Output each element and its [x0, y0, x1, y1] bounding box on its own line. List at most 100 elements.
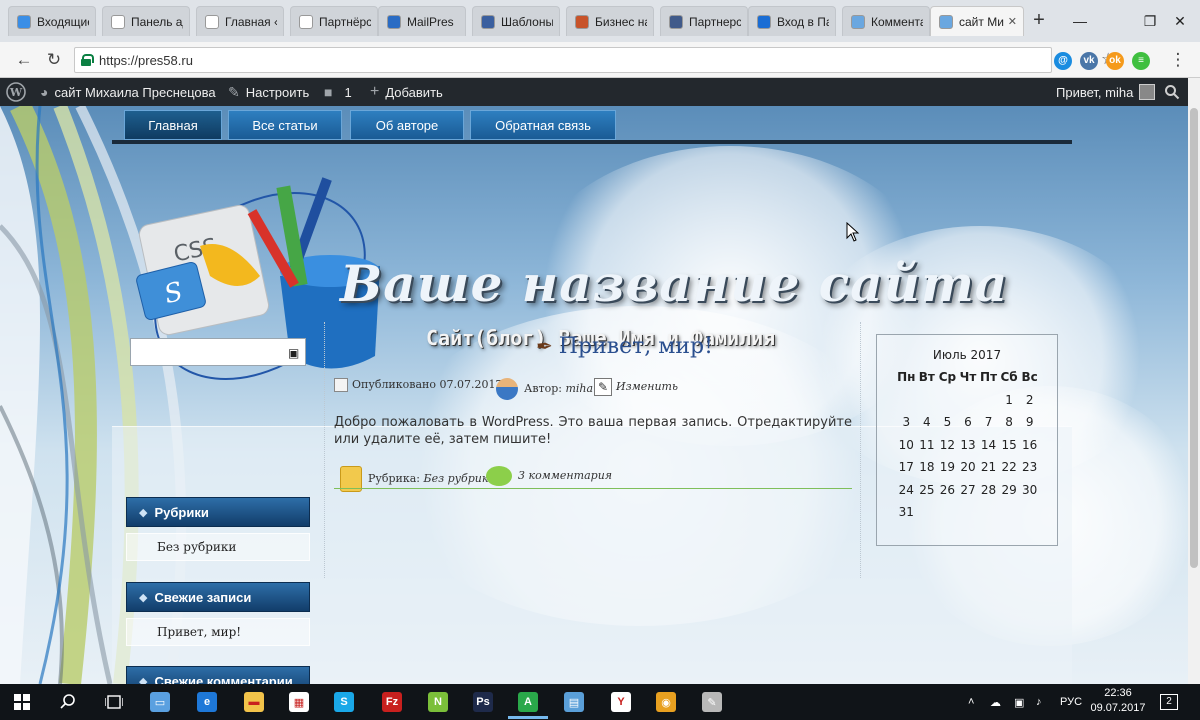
tab-favicon-icon — [205, 14, 219, 29]
nav-link[interactable]: Об авторе — [350, 110, 464, 140]
wp-account-menu[interactable]: Привет, miha — [1056, 78, 1156, 106]
browser-tab[interactable]: Партнёрс — [290, 6, 378, 36]
ext-vk-icon[interactable]: vk — [1080, 52, 1098, 70]
site-title[interactable]: Ваше название сайта — [340, 254, 1008, 313]
back-arrow-icon[interactable]: ← — [12, 48, 36, 72]
browser-tab[interactable]: Входящие — [8, 6, 96, 36]
window-close-button[interactable]: ✕ — [1168, 10, 1192, 32]
calendar-day: 2 — [1025, 392, 1034, 407]
notepad-plus-icon[interactable]: N — [424, 688, 452, 716]
nav-link[interactable]: Главная — [124, 110, 222, 140]
browser-tab[interactable]: MailPres — [378, 6, 466, 36]
post-category-label: Рубрика: — [368, 472, 421, 485]
yandex-browser-icon[interactable]: Y — [607, 688, 635, 716]
tab-favicon-icon — [111, 14, 125, 29]
wp-site-name-link[interactable]: ◕ сайт Михаила Преснецова — [40, 78, 216, 106]
window-minimize-button[interactable]: — — [1068, 10, 1092, 32]
ext-green-icon[interactable]: ≡ — [1132, 52, 1150, 70]
calendar-day: 26 — [939, 482, 956, 497]
browser-tab[interactable]: Панель ад — [102, 6, 190, 36]
page-scrollbar[interactable] — [1188, 78, 1200, 684]
notification-count: 2 — [1160, 694, 1178, 710]
calendar-day: 20 — [960, 460, 976, 475]
nav-link[interactable]: Все статьи — [228, 110, 342, 140]
post-footer-comments[interactable]: 3 комментария — [486, 466, 612, 486]
edge-browser-icon-glyph: e — [197, 692, 217, 712]
mouse-cursor-icon — [846, 222, 860, 242]
address-bar[interactable]: https://pres58.ru ☆ — [74, 47, 1115, 73]
calendar-weekday: Вс — [1021, 370, 1038, 385]
lock-icon — [81, 54, 94, 66]
wordpress-logo-icon[interactable]: W — [6, 78, 26, 106]
wp-add-new-link[interactable]: + Добавить — [370, 78, 443, 106]
search-input[interactable] — [130, 338, 306, 366]
tab-favicon-icon — [575, 14, 589, 29]
calendar-day[interactable]: 7 — [978, 415, 999, 429]
filezilla-icon[interactable]: Fz — [378, 688, 406, 716]
widget-list-item[interactable]: Без рубрики — [126, 533, 310, 561]
windows-taskbar: ▭ e ▬ ▦ S Fz N Ps A ▤ Y ◉ ✎ ˄ ☁ ▣ ♪ РУС 22:36 09.07.… — [0, 684, 1200, 720]
notifications-icon[interactable]: 2 — [1160, 684, 1178, 720]
search-icon[interactable] — [54, 688, 82, 716]
calendar-day: 17 — [898, 460, 914, 475]
post-category-link[interactable]: Без рубрики — [424, 472, 496, 485]
post-title[interactable]: ✒ Привет, мир! — [536, 334, 713, 359]
clock-date: 09.07.2017 — [1090, 702, 1146, 714]
browser-tab[interactable]: Вход в Па — [748, 6, 836, 36]
reload-icon[interactable]: ↻ — [42, 48, 66, 72]
browser-tab[interactable]: Коммента — [842, 6, 930, 36]
tray-chevron-up-icon[interactable]: ˄ — [968, 684, 974, 720]
ext-mail-icon[interactable]: @ — [1054, 52, 1072, 70]
tray-language-indicator[interactable]: РУС — [1060, 684, 1082, 720]
tab-label: Главная ‹ — [225, 14, 277, 29]
wp-customize-link[interactable]: ✎ Настроить — [228, 78, 309, 106]
tab-favicon-icon — [757, 14, 771, 29]
green-a-app-icon[interactable]: A — [514, 688, 542, 716]
wp-comments-link[interactable]: ■ 1 — [324, 78, 352, 106]
browser-tab[interactable]: Шаблоны — [472, 6, 560, 36]
post-meta-edit[interactable]: ✎ Изменить — [594, 378, 678, 396]
scrollbar-thumb[interactable] — [1190, 108, 1198, 568]
post-author-link[interactable]: miha — [565, 382, 593, 395]
sticky-notes-icon[interactable]: ▤ — [560, 688, 588, 716]
quill-pen-icon: ✒ — [536, 334, 553, 358]
window-restore-button[interactable]: ❐ — [1138, 10, 1162, 32]
file-explorer-icon[interactable]: ▬ — [240, 688, 268, 716]
tab-favicon-icon — [939, 14, 953, 29]
avatar — [1139, 84, 1156, 100]
post-comments-link[interactable]: 3 комментария — [518, 469, 612, 482]
calendar-day: 28 — [980, 482, 997, 497]
search-icon[interactable] — [1164, 78, 1180, 106]
edge-browser-icon[interactable]: e — [193, 688, 221, 716]
widget-list-item[interactable]: Привет, мир! — [126, 618, 310, 646]
post-article — [324, 322, 861, 578]
pc-laptop-icon[interactable]: ▭ — [146, 688, 174, 716]
tab-label: Бизнес на — [595, 14, 647, 29]
skype-icon[interactable]: S — [330, 688, 358, 716]
notepad-plus-icon-glyph: N — [428, 692, 448, 712]
ext-ok-icon[interactable]: ok — [1106, 52, 1124, 70]
browser-tab[interactable]: Партнерс — [660, 6, 748, 36]
search-binoculars-icon[interactable]: ▣ — [288, 346, 299, 360]
browser-tab[interactable]: Бизнес на — [566, 6, 654, 36]
store-icon[interactable]: ▦ — [285, 688, 313, 716]
photoshop-icon[interactable]: Ps — [469, 688, 497, 716]
browser-tab[interactable]: сайт Миха✕ — [930, 6, 1024, 36]
tab-favicon-icon — [387, 14, 401, 29]
nav-link[interactable]: Обратная связь — [470, 110, 616, 140]
task-view-icon[interactable] — [100, 688, 128, 716]
tray-volume-icon[interactable]: ♪ — [1036, 684, 1042, 720]
tray-network-icon[interactable]: ▣ — [1014, 684, 1024, 720]
post-edit-link[interactable]: Изменить — [616, 380, 678, 393]
chrome-icon[interactable]: ◉ — [652, 688, 680, 716]
calendar-day: 21 — [980, 460, 997, 475]
tray-cloud-icon[interactable]: ☁ — [990, 684, 1001, 720]
browser-menu-icon[interactable]: ⋮ — [1166, 48, 1190, 72]
windows-start-icon[interactable] — [8, 688, 36, 716]
tool-app-icon[interactable]: ✎ — [698, 688, 726, 716]
taskbar-clock[interactable]: 22:36 09.07.2017 — [1090, 686, 1146, 716]
new-tab-button[interactable]: + — [1028, 10, 1050, 32]
tab-close-icon[interactable]: ✕ — [1004, 15, 1017, 28]
browser-tab[interactable]: Главная ‹ — [196, 6, 284, 36]
widget-title-label: Свежие записи — [154, 589, 252, 605]
